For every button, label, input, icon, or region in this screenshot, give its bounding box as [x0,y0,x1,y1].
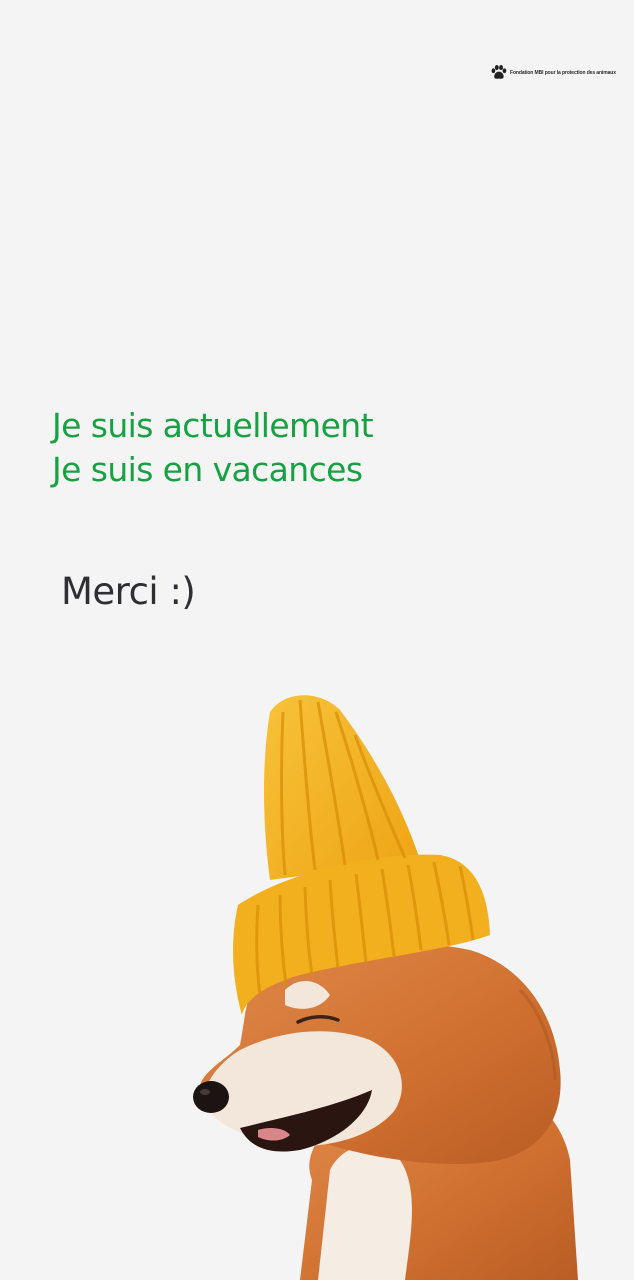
out-of-office-page: Fondation MBI pour la protection des ani… [0,0,634,1280]
dog-with-beanie-image [193,695,578,1280]
